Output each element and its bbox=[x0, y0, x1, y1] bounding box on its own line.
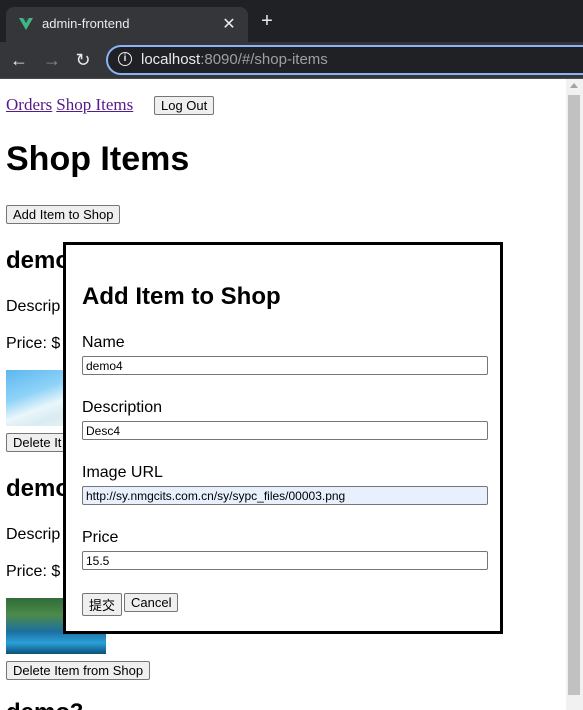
forward-icon[interactable]: → bbox=[42, 50, 62, 70]
page-scrollbar[interactable] bbox=[566, 79, 583, 710]
url-path: :8090/#/shop-items bbox=[200, 51, 328, 68]
reload-icon[interactable]: ↻ bbox=[73, 50, 93, 70]
scroll-up-icon[interactable] bbox=[570, 83, 578, 88]
page-content: Orders Shop Items Log Out Shop Items Add … bbox=[0, 79, 566, 710]
modal-title: Add Item to Shop bbox=[82, 283, 281, 310]
image-url-label: Image URL bbox=[82, 464, 163, 481]
price-input[interactable] bbox=[82, 551, 488, 570]
tab-close-icon[interactable]: ✕ bbox=[220, 14, 238, 34]
price-label: Price bbox=[82, 529, 119, 546]
add-item-button[interactable]: Add Item to Shop bbox=[6, 205, 121, 224]
new-tab-icon[interactable]: + bbox=[256, 11, 278, 31]
item-description: Descrip bbox=[6, 526, 61, 543]
image-url-input[interactable] bbox=[82, 486, 488, 505]
vue-logo-icon bbox=[19, 18, 33, 30]
url-text: localhost:8090/#/shop-items bbox=[141, 51, 328, 68]
name-input[interactable] bbox=[82, 356, 488, 375]
nav-shop-items-link[interactable]: Shop Items bbox=[56, 95, 133, 114]
browser-toolbar: ← → ↻ i localhost:8090/#/shop-items bbox=[0, 42, 583, 79]
item-price: Price: $ bbox=[6, 563, 61, 580]
item-price: Price: $ bbox=[6, 335, 61, 352]
browser-tab-bar: admin-frontend ✕ + bbox=[0, 0, 583, 42]
top-nav: Orders Shop Items bbox=[6, 95, 137, 115]
delete-item-button[interactable]: Delete It bbox=[6, 433, 69, 452]
page-title: Shop Items bbox=[6, 140, 190, 178]
logout-button[interactable]: Log Out bbox=[154, 96, 215, 115]
item-description: Descrip bbox=[6, 298, 61, 315]
item-name: demo bbox=[6, 247, 71, 274]
scrollbar-thumb[interactable] bbox=[568, 95, 580, 695]
submit-button[interactable]: 提交 bbox=[82, 593, 123, 616]
add-item-modal: Add Item to Shop Name Description Image … bbox=[63, 242, 503, 634]
url-host: localhost bbox=[141, 51, 201, 68]
item-name: demo bbox=[6, 475, 71, 502]
delete-item-button[interactable]: Delete Item from Shop bbox=[6, 661, 151, 680]
tab-title: admin-frontend bbox=[42, 16, 130, 31]
browser-tab[interactable]: admin-frontend ✕ bbox=[6, 7, 248, 42]
back-icon[interactable]: ← bbox=[9, 50, 29, 70]
cancel-button[interactable]: Cancel bbox=[124, 593, 179, 612]
nav-orders-link[interactable]: Orders bbox=[6, 95, 52, 114]
name-label: Name bbox=[82, 334, 125, 351]
site-info-icon[interactable]: i bbox=[118, 52, 132, 66]
address-bar[interactable]: i localhost:8090/#/shop-items bbox=[106, 45, 583, 75]
description-label: Description bbox=[82, 399, 163, 416]
description-input[interactable] bbox=[82, 421, 488, 440]
item-name: demo3 bbox=[6, 699, 83, 710]
